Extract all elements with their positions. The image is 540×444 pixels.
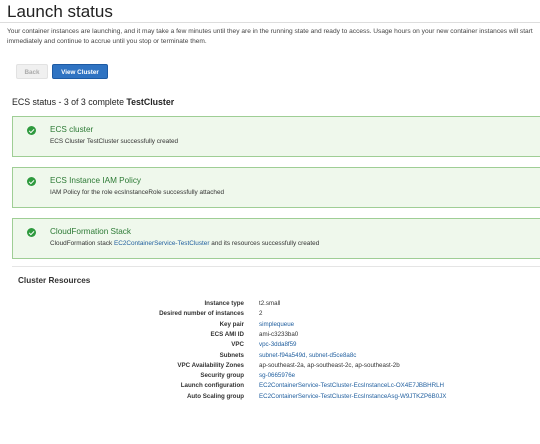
step-title: CloudFormation Stack: [50, 227, 131, 236]
view-cluster-button[interactable]: View Cluster: [52, 64, 108, 79]
resource-label: VPC Availability Zones: [177, 361, 244, 369]
page-title: Launch status: [7, 2, 113, 21]
resource-row: Launch configuration EC2ContainerService-…: [0, 382, 540, 392]
step-title: ECS Instance IAM Policy: [50, 176, 142, 185]
ecs-status-cluster-name: TestCluster: [126, 97, 175, 107]
step-message-text: CloudFormation stack: [50, 240, 113, 247]
step-message-text: ECS Cluster TestCluster successfully cre…: [50, 138, 179, 145]
resource-value-link[interactable]: EC2ContainerService-TestCluster-EcsInsta…: [259, 393, 446, 400]
resource-row: VPC Availability Zones ap-southeast-2a, a…: [0, 362, 540, 372]
step-message: CloudFormation stack EC2ContainerService…: [50, 240, 319, 247]
resource-value-link[interactable]: EC2ContainerService-TestCluster-EcsInsta…: [259, 382, 444, 389]
title-divider: [0, 22, 540, 23]
success-check-icon: [27, 126, 36, 135]
resource-value-link[interactable]: subnet-f94a549d, subnet-d5ce8a8c: [259, 352, 356, 359]
resource-row: VPC vpc-3dda8f59: [0, 341, 540, 351]
resource-label: ECS AMI ID: [210, 330, 244, 338]
resource-label: Instance type: [204, 300, 244, 307]
resource-value: 2: [259, 310, 263, 318]
resource-label: Subnets: [219, 351, 244, 359]
resource-row: Key pair simplequeue: [0, 321, 540, 331]
resource-row: ECS AMI ID ami-c3233ba0: [0, 331, 540, 341]
cluster-resources-title: Cluster Resources: [18, 276, 91, 285]
step-card-ecs-cluster: ECS cluster ECS Cluster TestCluster succ…: [12, 116, 540, 157]
step-card-cloudformation-stack: CloudFormation Stack CloudFormation stac…: [12, 218, 540, 259]
step-message-text: IAM Policy for the role ecsInstanceRole …: [50, 189, 225, 196]
resource-row: Instance type t2.small: [0, 300, 540, 310]
step-message: ECS Cluster TestCluster successfully cre…: [50, 138, 178, 145]
resource-value: ami-c3233ba0: [259, 330, 299, 338]
resource-label: VPC: [231, 341, 244, 349]
resource-row: Subnets subnet-f94a549d, subnet-d5ce8a8c: [0, 352, 540, 362]
cloudformation-stack-link[interactable]: EC2ContainerService-TestCluster: [114, 240, 210, 247]
resource-label: Security group: [200, 372, 244, 380]
section-divider: [12, 266, 540, 267]
resource-value: ap-southeast-2a, ap-southeast-2c, ap-sou…: [259, 361, 400, 369]
ecs-status-progress: ECS status - 3 of 3 complete: [12, 97, 124, 107]
resource-label: Desired number of instances: [159, 310, 244, 318]
intro-text: Your container instances are launching, …: [7, 28, 533, 45]
resource-row: Auto Scaling group EC2ContainerService-Te…: [0, 393, 540, 403]
step-card-iam-policy: ECS Instance IAM Policy IAM Policy for t…: [12, 167, 540, 208]
step-message-suffix: and its resources successfully created: [211, 240, 320, 247]
resource-value-link[interactable]: simplequeue: [259, 321, 294, 328]
step-title: ECS cluster: [50, 125, 94, 134]
resource-row: Desired number of instances 2: [0, 310, 540, 320]
resource-value-link[interactable]: vpc-3dda8f59: [259, 341, 297, 348]
success-check-icon: [27, 228, 36, 237]
step-message: IAM Policy for the role ecsInstanceRole …: [50, 189, 224, 196]
resource-value-link[interactable]: sg-0665976e: [259, 372, 295, 379]
resource-value: t2.small: [259, 300, 281, 307]
ecs-status-heading: ECS status - 3 of 3 complete TestCluster: [12, 97, 174, 107]
back-button[interactable]: Back: [16, 64, 48, 79]
resource-label: Launch configuration: [180, 382, 244, 390]
resource-row: Security group sg-0665976e: [0, 372, 540, 382]
resource-label: Auto Scaling group: [186, 392, 244, 400]
resource-label: Key pair: [219, 320, 244, 328]
success-check-icon: [27, 177, 36, 186]
